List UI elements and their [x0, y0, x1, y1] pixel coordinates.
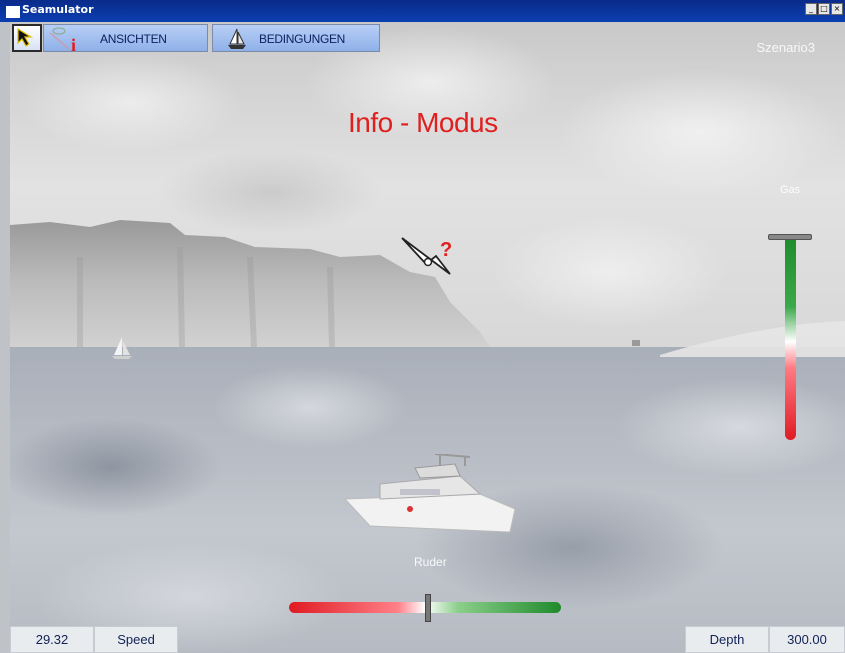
- bedingungen-label: BEDINGUNGEN: [259, 32, 346, 46]
- title-bar: Seamulator _ □ ×: [0, 0, 845, 22]
- scenario-label: Szenario3: [756, 40, 815, 55]
- window-icon: [6, 6, 20, 18]
- gas-slider-handle[interactable]: [768, 234, 812, 240]
- toolbar: i ANSICHTEN BEDINGUNGEN: [10, 22, 380, 54]
- close-icon[interactable]: ×: [831, 3, 843, 15]
- depth-label: Depth: [685, 626, 769, 653]
- svg-text:?: ?: [440, 239, 452, 261]
- pointer-tool-button[interactable]: [12, 24, 42, 52]
- info-icon: i: [49, 27, 76, 53]
- speed-value: 29.32: [10, 626, 94, 653]
- gas-label: Gas: [780, 184, 801, 196]
- speed-label: Speed: [94, 626, 178, 653]
- ruder-slider-handle[interactable]: [425, 594, 431, 622]
- distant-boat: [632, 340, 640, 346]
- sailboat: [112, 337, 132, 359]
- minimize-icon[interactable]: _: [805, 3, 817, 15]
- simulation-viewport[interactable]: i ANSICHTEN BEDINGUNGEN Szenario3 Info -…: [10, 22, 845, 653]
- gas-slider[interactable]: [785, 235, 796, 440]
- sail-icon: [228, 28, 246, 49]
- window-controls: _ □ ×: [805, 3, 843, 15]
- maximize-icon[interactable]: □: [818, 3, 830, 15]
- help-cursor-icon: ?: [401, 237, 452, 275]
- info-mode-title: Info - Modus: [348, 107, 498, 138]
- distant-hill: [660, 321, 845, 357]
- ruder-label: Ruder: [414, 555, 447, 569]
- ansichten-label: ANSICHTEN: [100, 32, 167, 46]
- ansichten-button[interactable]: i ANSICHTEN: [43, 24, 208, 53]
- depth-value: 300.00: [769, 626, 845, 653]
- window-title: Seamulator: [22, 3, 94, 16]
- bedingungen-button[interactable]: BEDINGUNGEN: [212, 24, 380, 52]
- svg-text:i: i: [71, 35, 76, 53]
- motor-yacht: [343, 454, 516, 533]
- pointer-icon: [17, 27, 34, 47]
